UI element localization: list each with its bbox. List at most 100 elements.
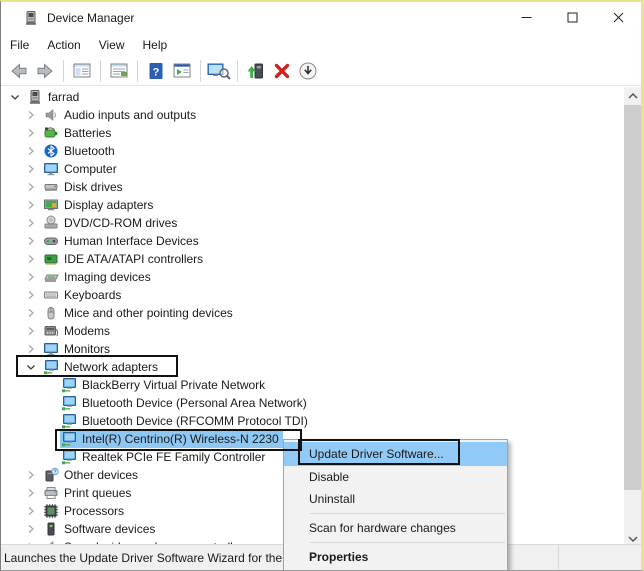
tree-item-content: Mice and other pointing devices (42, 304, 237, 322)
tree-item-content: Bluetooth (42, 142, 119, 160)
expander-collapsed-icon[interactable] (23, 323, 39, 339)
tree-item-label: Batteries (64, 126, 111, 140)
properties-button[interactable] (107, 59, 131, 83)
window-controls (503, 2, 641, 34)
printer-icon (43, 485, 59, 501)
menubar: File Action View Help (1, 34, 641, 56)
hid-icon (43, 233, 59, 249)
tree-item-blackberry-virtual-private-network[interactable]: BlackBerry Virtual Private Network (1, 376, 623, 394)
back-button[interactable] (7, 59, 31, 83)
expander-expanded-icon[interactable] (23, 359, 39, 375)
action-pane-button[interactable] (170, 59, 194, 83)
scan-hardware-icon (207, 61, 231, 81)
tree-item-bluetooth-device-rfcomm-protocol-tdi[interactable]: Bluetooth Device (RFCOMM Protocol TDI) (1, 412, 623, 430)
context-menu-item-update-driver-software[interactable]: Update Driver Software... (284, 442, 507, 466)
disable-button[interactable] (296, 59, 320, 83)
tree-item-label: Bluetooth Device (RFCOMM Protocol TDI) (82, 414, 308, 428)
expander-collapsed-icon[interactable] (23, 467, 39, 483)
tree-item-bluetooth-device-personal-area-network[interactable]: Bluetooth Device (Personal Area Network) (1, 394, 623, 412)
menu-help[interactable]: Help (134, 36, 177, 54)
help-button[interactable]: ? (144, 59, 168, 83)
status-text: Launches the Update Driver Software Wiza… (4, 551, 282, 565)
expander-collapsed-icon[interactable] (23, 197, 39, 213)
tree-item-audio-inputs-and-outputs[interactable]: Audio inputs and outputs (1, 106, 623, 124)
console-tree-button[interactable] (70, 59, 94, 83)
expander-placeholder (41, 413, 57, 429)
expander-collapsed-icon[interactable] (23, 287, 39, 303)
tree-item-bluetooth[interactable]: Bluetooth (1, 142, 623, 160)
scrollbar-thumb[interactable] (624, 105, 641, 490)
tree-item-content: Print queues (42, 484, 135, 502)
tree-item-farrad[interactable]: farrad (1, 88, 623, 106)
menu-action[interactable]: Action (38, 36, 89, 54)
tree-item-monitors[interactable]: Monitors (1, 340, 623, 358)
tree-item-label: Monitors (64, 342, 110, 356)
battery-icon (43, 125, 59, 141)
close-button[interactable] (595, 2, 641, 34)
tree-item-network-adapters[interactable]: Network adapters (1, 358, 623, 376)
titlebar: Device Manager (1, 2, 641, 34)
window-title: Device Manager (47, 11, 503, 25)
expander-collapsed-icon[interactable] (23, 125, 39, 141)
tree-item-label: Software devices (64, 522, 155, 536)
update-driver-button[interactable] (244, 59, 268, 83)
expander-collapsed-icon[interactable] (23, 269, 39, 285)
tree-item-dvd-cd-rom-drives[interactable]: DVD/CD-ROM drives (1, 214, 623, 232)
tree-item-content: BlackBerry Virtual Private Network (60, 376, 269, 394)
tree-item-content: Audio inputs and outputs (42, 106, 200, 124)
tree-item-ide-ata-atapi-controllers[interactable]: IDE ATA/ATAPI controllers (1, 250, 623, 268)
tree-item-content: Imaging devices (42, 268, 155, 286)
expander-collapsed-icon[interactable] (23, 485, 39, 501)
context-menu-separator (310, 513, 505, 514)
tree-item-label: Bluetooth Device (Personal Area Network) (82, 396, 307, 410)
expander-collapsed-icon[interactable] (23, 251, 39, 267)
expander-collapsed-icon[interactable] (23, 341, 39, 357)
tree-item-mice-and-other-pointing-devices[interactable]: Mice and other pointing devices (1, 304, 623, 322)
maximize-button[interactable] (549, 2, 595, 34)
expander-collapsed-icon[interactable] (23, 215, 39, 231)
context-menu-item-uninstall[interactable]: Uninstall (284, 488, 507, 510)
network-icon (61, 395, 77, 411)
tree-item-label: Intel(R) Centrino(R) Wireless-N 2230 (82, 432, 279, 446)
expander-placeholder (41, 395, 57, 411)
status-divider (558, 545, 559, 571)
uninstall-icon (272, 61, 292, 81)
tree-item-display-adapters[interactable]: Display adapters (1, 196, 623, 214)
vertical-scrollbar[interactable] (624, 87, 641, 547)
expander-collapsed-icon[interactable] (23, 143, 39, 159)
tree-item-imaging-devices[interactable]: Imaging devices (1, 268, 623, 286)
context-menu-item-disable[interactable]: Disable (284, 466, 507, 488)
properties-icon (109, 61, 129, 81)
toolbar: ? (1, 56, 641, 86)
menu-view[interactable]: View (90, 36, 134, 54)
help-icon: ? (146, 61, 166, 81)
expander-collapsed-icon[interactable] (23, 233, 39, 249)
tree-item-disk-drives[interactable]: Disk drives (1, 178, 623, 196)
scrollbar-up-button[interactable] (624, 87, 641, 104)
tree-item-modems[interactable]: Modems (1, 322, 623, 340)
uninstall-button[interactable] (270, 59, 294, 83)
expander-collapsed-icon[interactable] (23, 503, 39, 519)
expander-collapsed-icon[interactable] (23, 179, 39, 195)
minimize-button[interactable] (503, 2, 549, 34)
expander-expanded-icon[interactable] (7, 89, 23, 105)
expander-collapsed-icon[interactable] (23, 107, 39, 123)
expander-collapsed-icon[interactable] (23, 305, 39, 321)
expander-collapsed-icon[interactable] (23, 521, 39, 537)
forward-button[interactable] (33, 59, 57, 83)
context-menu-item-properties[interactable]: Properties (284, 546, 507, 568)
tree-item-keyboards[interactable]: Keyboards (1, 286, 623, 304)
tree-item-label: Display adapters (64, 198, 153, 212)
scan-hardware-button[interactable] (207, 59, 231, 83)
tree-item-computer[interactable]: Computer (1, 160, 623, 178)
network-icon (61, 413, 77, 429)
bluetooth-icon (43, 143, 59, 159)
expander-collapsed-icon[interactable] (23, 161, 39, 177)
tree-item-label: BlackBerry Virtual Private Network (82, 378, 265, 392)
tree-item-label: Modems (64, 324, 110, 338)
tree-item-content: farrad (26, 88, 83, 106)
tree-item-batteries[interactable]: Batteries (1, 124, 623, 142)
menu-file[interactable]: File (10, 36, 38, 54)
tree-item-human-interface-devices[interactable]: Human Interface Devices (1, 232, 623, 250)
context-menu-item-scan-for-hardware-changes[interactable]: Scan for hardware changes (284, 517, 507, 539)
